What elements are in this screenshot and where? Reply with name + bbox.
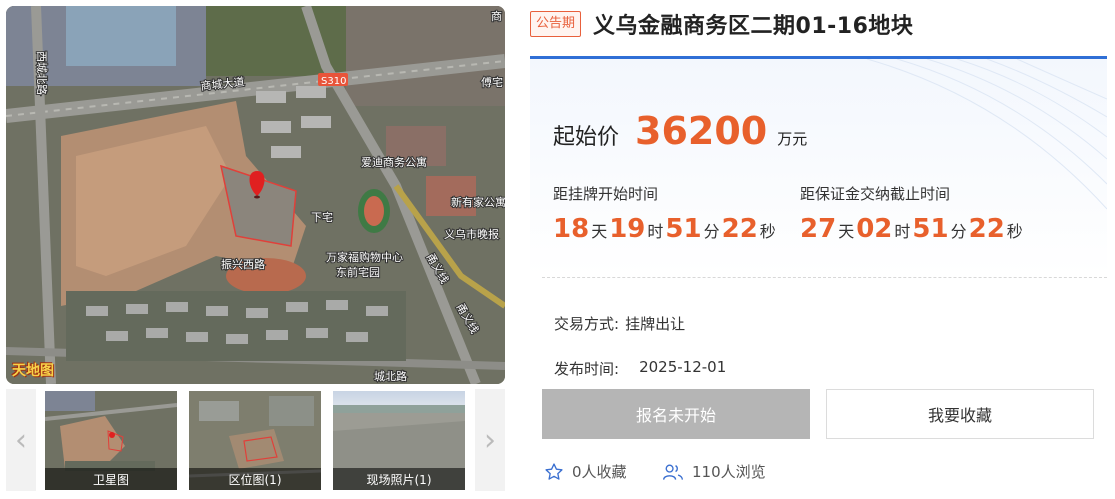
- satellite-map-image: 商城大道 S310 爱迪商务公寓 新有家公寓 下宅 振兴西路 万家福购物中心 东…: [6, 6, 505, 384]
- map-label-dongqian: 东前宅园: [336, 265, 380, 279]
- map-label-left-road: 西城北路: [35, 51, 48, 95]
- divider: [542, 277, 1107, 278]
- countdown-label: 距保证金交纳截止时间: [800, 185, 951, 203]
- thumbnail-caption: 现场照片(1): [333, 468, 465, 490]
- countdown-seconds: 22: [721, 214, 758, 244]
- map-label-top-right: 商: [491, 9, 502, 23]
- users-icon: [663, 464, 683, 480]
- starting-price: 起始价 36200 万元: [553, 109, 807, 153]
- view-count: 110人浏览: [662, 461, 766, 482]
- map-label-aidi: 爱迪商务公寓: [361, 155, 427, 169]
- trade-method-row: 交易方式: 挂牌出让: [554, 313, 685, 334]
- days-unit: 天: [591, 222, 608, 241]
- countdown-minutes: 51: [665, 214, 702, 244]
- hours-unit: 时: [894, 222, 911, 241]
- thumbnail-caption: 卫星图: [45, 468, 177, 490]
- publish-time-row: 发布时间: 2025-12-01: [554, 358, 726, 379]
- price-unit: 万元: [777, 130, 808, 148]
- view-count-text: 110人浏览: [692, 463, 766, 481]
- thumbnail-site-photo[interactable]: 现场照片(1): [333, 391, 465, 490]
- prev-thumbnail-button[interactable]: ‹: [6, 389, 36, 491]
- map-label-zhenxing: 振兴西路: [221, 257, 265, 271]
- seconds-unit: 秒: [1006, 222, 1023, 241]
- countdown-digits: 18 天 19 时 51 分 22 秒: [553, 214, 778, 244]
- map-label-wanjia: 万家福购物中心: [326, 250, 403, 264]
- satellite-map[interactable]: 商城大道 S310 爱迪商务公寓 新有家公寓 下宅 振兴西路 万家福购物中心 东…: [6, 6, 505, 384]
- minutes-unit: 分: [950, 222, 967, 241]
- favorite-count[interactable]: 0人收藏: [544, 461, 627, 482]
- days-unit: 天: [838, 222, 855, 241]
- deposit-countdown: 距保证金交纳截止时间 27 天 02 时 51 分 22 秒: [800, 183, 1025, 244]
- minutes-unit: 分: [703, 222, 720, 241]
- map-label-chengbei: 城北路: [374, 370, 407, 383]
- map-label-xiazhai: 下宅: [311, 210, 333, 224]
- countdown-days: 18: [553, 214, 590, 244]
- trade-method-value: 挂牌出让: [625, 315, 686, 333]
- next-thumbnail-button[interactable]: ›: [475, 389, 505, 491]
- countdown-digits: 27 天 02 时 51 分 22 秒: [800, 214, 1025, 244]
- countdown-seconds: 22: [968, 214, 1005, 244]
- star-icon: [545, 462, 563, 480]
- signup-button[interactable]: 报名未开始: [542, 389, 810, 439]
- countdown-days: 27: [800, 214, 837, 244]
- publish-time-label: 发布时间:: [554, 360, 620, 378]
- status-badge: 公告期: [530, 11, 582, 37]
- favorite-button[interactable]: 我要收藏: [826, 389, 1094, 439]
- countdown-label: 距挂牌开始时间: [553, 185, 659, 203]
- price-label: 起始价: [553, 125, 620, 150]
- listing-header: 公告期 义乌金融商务区二期01-16地块: [530, 7, 913, 41]
- thumbnail-strip: ‹ 卫星图 区位图(1) 现场照片(1) ›: [6, 389, 505, 492]
- favorite-count-text: 0人收藏: [572, 463, 627, 481]
- countdown-hours: 02: [856, 214, 893, 244]
- map-label-fuzhai: 傅宅: [481, 75, 503, 89]
- countdown-hours: 19: [609, 214, 646, 244]
- listing-countdown: 距挂牌开始时间 18 天 19 时 51 分 22 秒: [553, 183, 778, 244]
- thumbnail-location[interactable]: 区位图(1): [189, 391, 321, 490]
- seconds-unit: 秒: [759, 222, 776, 241]
- price-value: 36200: [635, 109, 768, 153]
- hours-unit: 时: [647, 222, 664, 241]
- tianditu-logo: 天地图: [12, 363, 54, 379]
- map-label-xinyoujia: 新有家公寓: [451, 195, 505, 209]
- map-label-hospital: 义乌市晚报: [444, 227, 499, 241]
- thumbnail-satellite[interactable]: 卫星图: [43, 389, 179, 492]
- countdown-minutes: 51: [912, 214, 949, 244]
- price-panel: 起始价 36200 万元 距挂牌开始时间 18 天 19 时 51 分 22 秒…: [530, 56, 1107, 276]
- trade-method-label: 交易方式:: [554, 315, 620, 333]
- map-label-s310: S310: [321, 76, 346, 87]
- page-title: 义乌金融商务区二期01-16地块: [593, 14, 914, 39]
- publish-time-value: 2025-12-01: [639, 358, 727, 376]
- thumbnail-caption: 区位图(1): [189, 468, 321, 490]
- chevron-left-icon: ‹: [15, 422, 27, 458]
- chevron-right-icon: ›: [484, 422, 496, 458]
